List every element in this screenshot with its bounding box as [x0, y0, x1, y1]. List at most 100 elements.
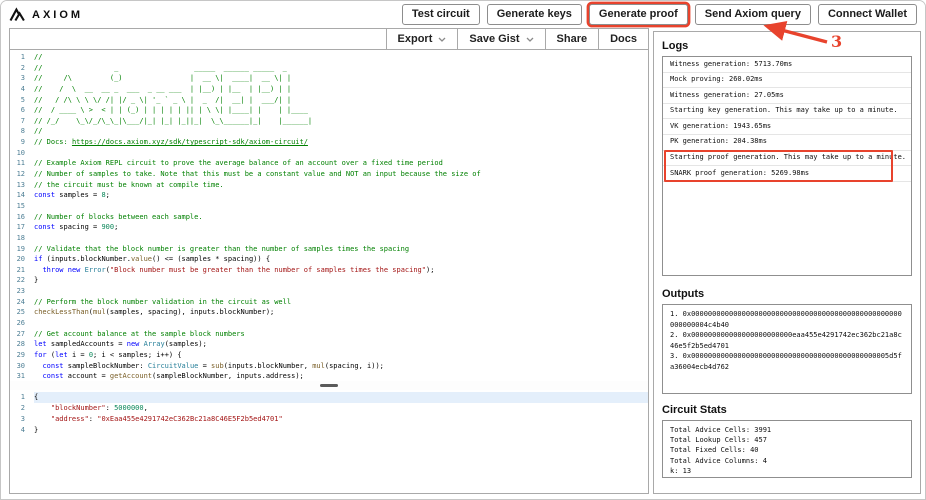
code-line: 2 // _ _____ ______ _____ _ [10, 63, 648, 74]
code-token: // /\ (_) | __ \| ____| __ \| | [34, 74, 292, 83]
code-token: value [130, 255, 153, 264]
code-text: const account = getAccount(sampleBlockNu… [34, 371, 648, 381]
line-number: 20 [16, 255, 25, 264]
circuit-stats-title: Circuit Stats [662, 404, 727, 416]
code-token: } [34, 276, 39, 285]
code-token: // Get account balance at the sample blo… [34, 329, 245, 338]
code-text: const spacing = 900; [34, 222, 648, 233]
code-token: let [34, 340, 47, 349]
code-line: 22} [10, 275, 648, 286]
code-token: // / \ __ __ _ ___ _ __ ___ | |__) | |__… [34, 84, 292, 93]
code-token: // Number of blocks between each sample. [34, 212, 203, 221]
code-token: Array [143, 340, 165, 349]
line-number: 2 [20, 63, 25, 72]
code-token: sampleBlockNumber: [63, 361, 148, 370]
code-token: i = [67, 350, 89, 359]
code-text: for (let i = 0; i < samples; i++) { [34, 350, 648, 361]
docs-link[interactable]: https://docs.axiom.xyz/sdk/typescript-sd… [72, 138, 308, 146]
line-number: 7 [20, 116, 25, 125]
code-line: 24 // Perform the block number validation… [10, 297, 648, 308]
code-text: // /\ (_) | __ \| ____| __ \| | [34, 73, 648, 84]
pane-resize-handle[interactable] [10, 381, 648, 390]
code-token: spacing = [55, 223, 102, 232]
code-line: 28 let sampledAccounts = new Array(sample… [10, 339, 648, 350]
log-entry: VK generation: 1943.65ms [663, 119, 911, 135]
line-number: 26 [16, 319, 25, 328]
code-token: new [126, 340, 140, 349]
stat-line: Total Fixed Cells: 40 [670, 446, 759, 455]
chevron-down-icon [526, 37, 533, 42]
code-line: 21 throw new Error("Block number must be… [10, 265, 648, 276]
code-token: const [42, 372, 64, 381]
code-token: "Block number must be greater than the n… [109, 265, 426, 274]
line-number: 18 [16, 233, 25, 242]
generate-keys-button[interactable]: Generate keys [486, 4, 582, 25]
line-number: 24 [16, 297, 25, 306]
code-token: // Docs: [34, 138, 72, 147]
code-text: // [34, 126, 648, 137]
code-token: } [34, 426, 39, 434]
log-entry: Witness generation: 5713.70ms [663, 57, 911, 73]
line-number: 17 [16, 223, 25, 232]
code-line: 23 [10, 286, 648, 297]
results-panel: Logs Witness generation: 5713.70ms Mock p… [653, 31, 921, 494]
log-entry: Witness generation: 27.05ms [663, 88, 911, 104]
code-token: sampledAccounts = [46, 340, 127, 349]
log-entry: PK generation: 204.38ms [663, 135, 911, 151]
code-text: // Validate that the block number is gre… [34, 244, 648, 255]
export-button[interactable]: Export [385, 29, 458, 49]
code-text: { [34, 392, 648, 403]
code-token: account = [63, 372, 110, 381]
line-number: 30 [16, 361, 25, 370]
line-number: 14 [16, 191, 25, 200]
line-number: 4 [20, 426, 25, 434]
code-token: const [34, 191, 56, 200]
circuit-stats-box: Total Advice Cells: 3991 Total Lookup Cel… [662, 420, 912, 478]
axiom-logo[interactable]: AXIOM [9, 7, 83, 22]
code-token: 900 [101, 223, 115, 232]
code-line: 17 const spacing = 900; [10, 222, 648, 233]
code-line: 14 const samples = 8; [10, 190, 648, 201]
code-line: 25 checkLessThan(mul(samples, spacing), i… [10, 307, 648, 318]
inputs-json-editor[interactable]: 1{2 "blockNumber": 5000000, 3 "address": … [10, 390, 648, 493]
code-token: CircuitValue [147, 361, 199, 370]
code-token: (inputs.blockNumber, [223, 361, 313, 370]
output-item: 1. 0x00000000000000000000000000000000000… [670, 310, 902, 329]
code-editor[interactable]: 1 // 2 // _ _____ ______ _____ _ 3 // /\ (_) … [10, 50, 648, 381]
connect-wallet-button[interactable]: Connect Wallet [817, 4, 917, 25]
code-text: const samples = 8; [34, 190, 648, 201]
line-number: 12 [16, 170, 25, 179]
log-entry: Starting key generation. This may take u… [663, 104, 911, 120]
test-circuit-button[interactable]: Test circuit [401, 4, 480, 25]
chevron-down-icon [438, 37, 446, 42]
code-token: mul [93, 308, 106, 317]
send-axiom-query-button[interactable]: Send Axiom query [694, 4, 811, 25]
outputs-box: 1. 0x00000000000000000000000000000000000… [662, 304, 912, 394]
code-token: = [198, 361, 212, 370]
app-header: AXIOM Test circuit Generate keys Generate … [1, 1, 925, 28]
code-token: for [34, 350, 47, 359]
code-text: // Number of samples to take. Note that … [34, 169, 648, 180]
stat-line: k: 13 [670, 466, 692, 475]
line-number: 15 [16, 201, 25, 210]
code-line: 15 [10, 201, 648, 212]
code-token: // / ____ \ > < | | (_) | | | | | || | \… [34, 106, 308, 115]
code-line: 7 // /_/ \_\/_/\_\_|\___/|_| |_| |_||_| \… [10, 116, 648, 127]
line-number: 1 [20, 393, 25, 401]
code-text: let sampledAccounts = new Array(samples)… [34, 339, 648, 350]
code-token: // Example Axiom REPL circuit to prove t… [34, 159, 443, 168]
generate-proof-button[interactable]: Generate proof [588, 4, 688, 25]
line-number: 10 [16, 148, 25, 157]
log-entry: Starting proof generation. This may take… [663, 151, 911, 167]
share-button[interactable]: Share [544, 29, 599, 49]
docs-button[interactable]: Docs [598, 29, 648, 49]
code-text: // Example Axiom REPL circuit to prove t… [34, 158, 648, 169]
line-number: 11 [16, 159, 25, 168]
line-number: 25 [16, 308, 25, 317]
save-gist-button[interactable]: Save Gist [457, 29, 545, 49]
code-token: ); [425, 265, 435, 274]
